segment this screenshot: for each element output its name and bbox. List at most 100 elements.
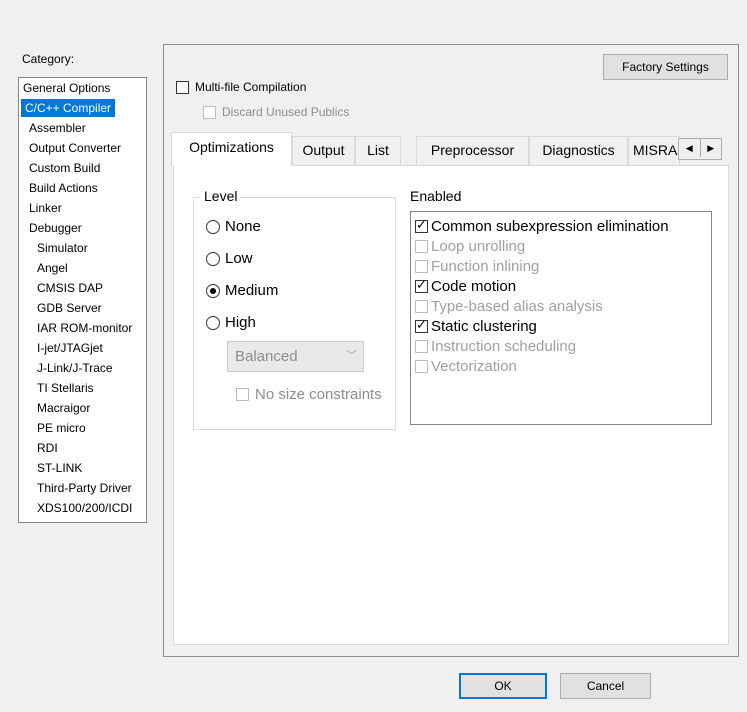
category-item[interactable]: Assembler xyxy=(19,118,146,138)
checkbox-checked-icon[interactable] xyxy=(415,217,428,233)
radio-level-none[interactable]: None xyxy=(206,218,261,235)
multi-file-compilation-checkbox[interactable]: Multi-file Compilation xyxy=(176,80,306,94)
radio-high-button[interactable] xyxy=(206,315,220,330)
tab-scroll-buttons: ◀ ▶ xyxy=(678,138,722,160)
radio-none-label: None xyxy=(225,218,261,235)
category-item[interactable]: Custom Build xyxy=(19,158,146,178)
tab-optimizations[interactable]: Optimizations xyxy=(171,132,292,166)
category-item-label: Assembler xyxy=(29,121,86,135)
category-item[interactable]: XDS100/200/ICDI xyxy=(19,498,146,518)
tab-scroll-right-icon[interactable]: ▶ xyxy=(701,139,722,157)
tab-preprocessor[interactable]: Preprocessor xyxy=(416,136,529,165)
no-size-checkbox-box xyxy=(236,388,249,401)
enabled-option-item[interactable]: Code motion xyxy=(411,276,711,296)
tab-list[interactable]: List xyxy=(355,136,401,165)
category-item-label: CMSIS DAP xyxy=(37,281,104,295)
tab-strip: Optimizations Output List Preprocessor D… xyxy=(171,132,731,166)
category-item[interactable]: RDI xyxy=(19,438,146,458)
enabled-option-item: Loop unrolling xyxy=(411,236,711,256)
category-item-label: Angel xyxy=(37,261,68,275)
category-list[interactable]: General Options C/C++ Compiler Assembler Ou… xyxy=(18,77,147,523)
category-item[interactable]: IAR ROM-monitor xyxy=(19,318,146,338)
radio-level-high[interactable]: High xyxy=(206,314,256,331)
discard-unused-publics-checkbox: Discard Unused Publics xyxy=(203,105,349,119)
enabled-option-label: Static clustering xyxy=(431,317,537,335)
category-item-label: Linker xyxy=(29,201,62,215)
category-item[interactable]: C/C++ Compiler xyxy=(19,98,146,118)
category-item-label: Custom Build xyxy=(29,161,101,175)
enabled-option-item: Instruction scheduling xyxy=(411,336,711,356)
category-item[interactable]: GDB Server xyxy=(19,298,146,318)
enabled-optimizations-list[interactable]: Common subexpression elimination Loop unr… xyxy=(410,211,712,425)
category-item[interactable]: ST-LINK xyxy=(19,458,146,478)
category-item-label: J-Link/J-Trace xyxy=(37,361,113,375)
multi-file-checkbox-box[interactable] xyxy=(176,80,189,94)
category-item-label: ST-LINK xyxy=(37,461,83,475)
category-item-label: General Options xyxy=(23,81,111,95)
category-item-label: IAR ROM-monitor xyxy=(37,321,133,335)
tab-diagnostics[interactable]: Diagnostics xyxy=(529,136,628,165)
radio-level-low[interactable]: Low xyxy=(206,250,253,267)
category-item[interactable]: Third-Party Driver xyxy=(19,478,146,498)
radio-high-label: High xyxy=(225,314,256,331)
category-label: Category: xyxy=(22,52,75,66)
tab-scroll-left-icon[interactable]: ◀ xyxy=(679,139,701,157)
category-item[interactable]: Debugger xyxy=(19,218,146,238)
category-item[interactable]: General Options xyxy=(19,78,146,98)
checkbox-unchecked-icon xyxy=(415,239,428,253)
category-item-label: Output Converter xyxy=(29,141,122,155)
enabled-option-item: Vectorization xyxy=(411,356,711,376)
enabled-option-label: Vectorization xyxy=(431,357,517,375)
radio-medium-button[interactable] xyxy=(206,283,220,298)
category-item[interactable]: J-Link/J-Trace xyxy=(19,358,146,378)
category-item-label: RDI xyxy=(37,441,58,455)
category-item-label: PE micro xyxy=(37,421,86,435)
tab-output[interactable]: Output xyxy=(292,136,355,165)
category-item-label: I-jet/JTAGjet xyxy=(37,341,103,355)
enabled-option-item[interactable]: Common subexpression elimination xyxy=(411,216,711,236)
high-mode-select: Balanced ﹀ xyxy=(227,341,364,372)
enabled-option-item: Type-based alias analysis xyxy=(411,296,711,316)
category-item[interactable]: Output Converter xyxy=(19,138,146,158)
checkbox-checked-icon[interactable] xyxy=(415,277,428,293)
category-item[interactable]: Linker xyxy=(19,198,146,218)
enabled-option-label: Loop unrolling xyxy=(431,237,526,255)
category-item-label: Simulator xyxy=(37,241,88,255)
category-item[interactable]: TI Stellaris xyxy=(19,378,146,398)
level-group-label: Level xyxy=(201,188,241,204)
checkbox-unchecked-icon xyxy=(415,339,428,353)
discard-unused-checkbox-box xyxy=(203,105,216,119)
enabled-option-label: Instruction scheduling xyxy=(431,337,577,355)
category-item-label: Macraigor xyxy=(37,401,91,415)
category-item[interactable]: Angel xyxy=(19,258,146,278)
category-item-label: C/C++ Compiler xyxy=(21,99,116,117)
multi-file-label: Multi-file Compilation xyxy=(195,80,307,94)
radio-medium-label: Medium xyxy=(225,282,279,299)
ok-button[interactable]: OK xyxy=(459,673,547,699)
enabled-option-item[interactable]: Static clustering xyxy=(411,316,711,336)
factory-settings-button[interactable]: Factory Settings xyxy=(603,54,728,80)
category-item[interactable]: Simulator xyxy=(19,238,146,258)
category-item[interactable]: Macraigor xyxy=(19,398,146,418)
category-item[interactable]: I-jet/JTAGjet xyxy=(19,338,146,358)
category-item-label: Third-Party Driver xyxy=(37,481,132,495)
radio-none-button[interactable] xyxy=(206,219,220,234)
checkbox-checked-icon[interactable] xyxy=(415,317,428,333)
no-size-constraints-checkbox: No size constraints xyxy=(236,386,394,403)
category-item-label: GDB Server xyxy=(37,301,102,315)
tab-misra[interactable]: MISRA xyxy=(628,136,680,165)
high-mode-value: Balanced xyxy=(235,348,298,365)
category-item[interactable]: Build Actions xyxy=(19,178,146,198)
checkbox-unchecked-icon xyxy=(415,359,428,373)
radio-level-medium[interactable]: Medium xyxy=(206,282,278,299)
category-item[interactable]: PE micro xyxy=(19,418,146,438)
category-item-label: TI Stellaris xyxy=(37,381,94,395)
no-size-label: No size constraints xyxy=(255,386,382,403)
category-item[interactable]: CMSIS DAP xyxy=(19,278,146,298)
enabled-option-label: Common subexpression elimination xyxy=(431,217,669,235)
discard-unused-label: Discard Unused Publics xyxy=(222,105,350,119)
chevron-down-icon: ﹀ xyxy=(346,350,357,362)
enabled-option-label: Type-based alias analysis xyxy=(431,297,603,315)
radio-low-button[interactable] xyxy=(206,251,220,266)
cancel-button[interactable]: Cancel xyxy=(560,673,651,699)
